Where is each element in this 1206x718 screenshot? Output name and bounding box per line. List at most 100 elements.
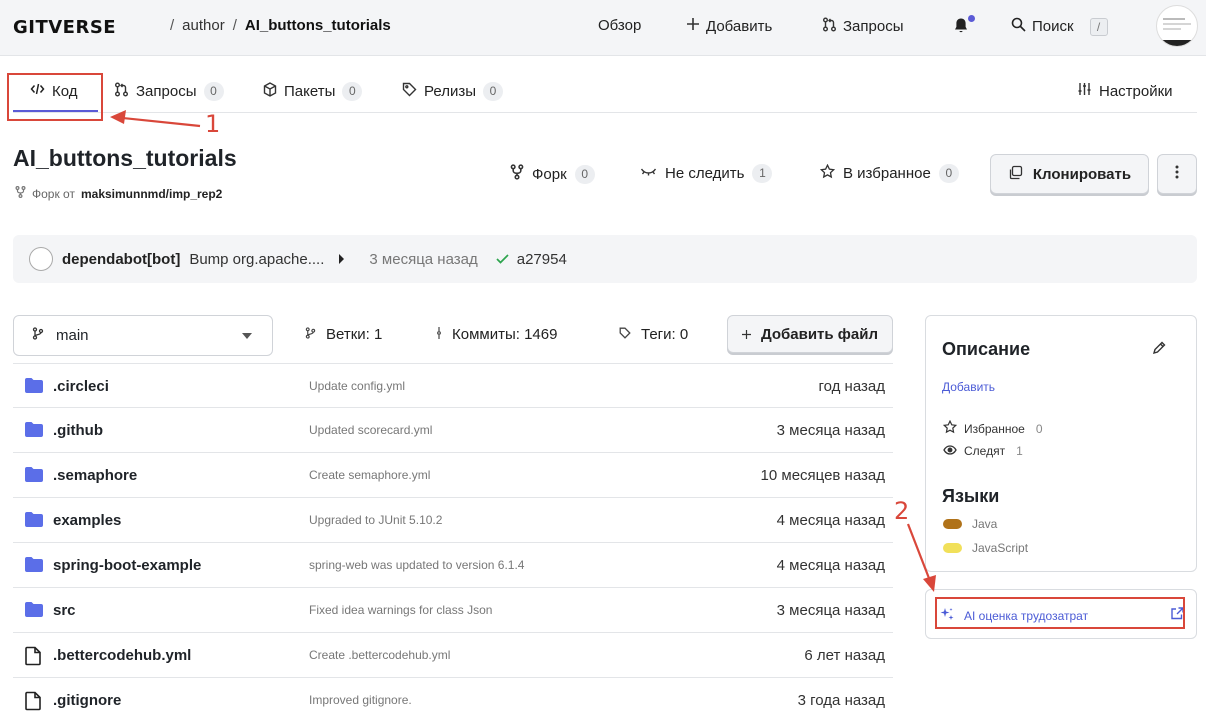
watchers-label: Следят [964,444,1006,458]
file-commit-message[interactable]: Upgraded to JUnit 5.10.2 [309,513,442,527]
add-file-label: Добавить файл [760,325,879,343]
file-name[interactable]: .bettercodehub.yml [53,647,191,664]
about-card: Описание Добавить Избранное 0 Следят 1 Я… [925,315,1197,572]
fork-source-link[interactable]: maksimunnmd/imp_rep2 [81,187,222,201]
file-commit-message[interactable]: Create .bettercodehub.yml [309,648,450,662]
clone-button[interactable]: Клонировать [990,154,1149,194]
file-row[interactable]: .semaphore Create semaphore.yml 10 месяцев… [13,453,893,498]
file-commit-message[interactable]: Fixed idea warnings for class Json [309,603,492,617]
tab-requests-count: 0 [203,82,224,101]
nav-add-button[interactable]: Добавить [686,17,772,35]
repo-tabs: Код Запросы 0 Пакеты 0 Релизы 0 Настройк… [13,70,1197,113]
copy-icon [1008,165,1023,184]
file-row[interactable]: src Fixed idea warnings for class Json 3 м… [13,588,893,633]
tab-requests[interactable]: Запросы 0 [114,82,224,101]
chevron-down-icon [242,333,252,339]
file-commit-message[interactable]: Create semaphore.yml [309,468,430,482]
pull-request-icon [114,82,129,101]
fork-button[interactable]: Форк 0 [510,164,595,184]
file-list: .circleci Update config.yml год назад .gith… [13,363,893,718]
tab-packages[interactable]: Пакеты 0 [263,82,363,101]
file-row[interactable]: examples Upgraded to JUnit 5.10.2 4 месяца… [13,498,893,543]
branches-count: Ветки: 1 [326,326,383,343]
branches-link[interactable]: Ветки: 1 [305,326,382,343]
branch-name: main [56,327,89,344]
file-row[interactable]: .bettercodehub.yml Create .bettercodehub.… [13,633,893,678]
file-icon [24,646,42,671]
commit-sha[interactable]: a27954 [517,251,567,268]
gitverse-logo[interactable]: GITVERSE [13,17,116,38]
file-name[interactable]: spring-boot-example [53,557,201,574]
file-row[interactable]: spring-boot-example spring-web was update… [13,543,893,588]
expand-commit-icon[interactable] [338,251,345,268]
breadcrumb-owner[interactable]: author [182,17,225,34]
favorites-label: Избранное [964,421,1025,436]
notifications-button[interactable] [953,17,969,38]
star-label: В избранное [843,165,931,182]
file-commit-message[interactable]: Updated scorecard.yml [309,423,432,437]
star-button[interactable]: В избранное 0 [819,163,959,183]
commit-message[interactable]: Bump org.apache.... [189,251,324,268]
breadcrumb-repo[interactable]: AI_buttons_tutorials [245,17,391,34]
file-icon [24,691,42,716]
unwatch-button[interactable]: Не следить 1 [640,164,773,183]
last-commit-bar: dependabot[bot] Bump org.apache.... 3 ме… [13,235,1197,283]
favorites-stat[interactable]: Избранное 0 [942,419,1043,437]
file-commit-message[interactable]: spring-web was updated to version 6.1.4 [309,558,524,572]
file-name[interactable]: examples [53,512,121,529]
file-row[interactable]: .github Updated scorecard.yml 3 месяца наз… [13,408,893,453]
file-commit-message[interactable]: Update config.yml [309,379,405,393]
tab-releases-count: 0 [482,82,503,101]
file-name[interactable]: .semaphore [53,467,137,484]
plus-icon [686,17,700,35]
folder-icon [24,377,44,399]
folder-icon [24,466,44,488]
tab-releases[interactable]: Релизы 0 [402,82,503,101]
tab-requests-label: Запросы [136,83,197,100]
fork-prefix: Форк от [32,186,75,201]
repo-title: AI_buttons_tutorials [13,145,237,171]
folder-icon [24,556,44,578]
nav-requests-link[interactable]: Запросы [822,17,904,36]
more-options-button[interactable] [1157,154,1197,194]
branch-icon [32,327,44,344]
notification-dot [968,15,975,22]
commit-time: 3 месяца назад [369,250,478,268]
user-avatar[interactable] [1156,5,1198,47]
commits-link[interactable]: Коммиты: 1469 [436,326,557,343]
eye-closed-icon [640,165,657,182]
file-commit-message[interactable]: Improved gitignore. [309,693,412,707]
fork-icon [15,186,26,201]
file-name[interactable]: .github [53,422,103,439]
edit-description-icon[interactable] [1152,341,1166,360]
file-name[interactable]: src [53,602,76,619]
nav-overview-link[interactable]: Обзор [598,17,641,34]
settings-tab[interactable]: Настройки [1077,82,1173,100]
fork-label: Форк [532,165,567,183]
file-name[interactable]: .gitignore [53,692,121,709]
file-name[interactable]: .circleci [53,378,109,395]
tab-packages-count: 0 [342,82,363,101]
tags-link[interactable]: Теги: 0 [619,326,688,343]
file-commit-time: 6 лет назад [804,647,885,664]
nav-overview-label: Обзор [598,17,642,34]
favorites-count: 0 [1035,421,1043,436]
search-shortcut: / [1089,17,1108,36]
branch-select[interactable]: main [13,315,273,356]
file-commit-time: 4 месяца назад [776,512,885,529]
kebab-icon [1175,165,1179,184]
languages-title: Языки [942,486,1000,506]
file-row[interactable]: .circleci Update config.yml год назад [13,363,893,408]
tag-icon [402,82,417,101]
nav-add-label: Добавить [706,17,773,35]
add-file-button[interactable]: Добавить файл [727,315,893,353]
add-description-link[interactable]: Добавить [942,380,995,394]
search-button[interactable]: Поиск / [1011,17,1108,36]
search-icon [1011,17,1026,36]
annotation-box-2 [935,597,1185,629]
clone-label: Клонировать [1032,165,1132,183]
file-row[interactable]: .gitignore Improved gitignore. 3 года наза… [13,678,893,718]
language-java: Java [943,517,997,531]
watchers-stat[interactable]: Следят 1 [943,444,1023,458]
commit-author[interactable]: dependabot[bot] [62,251,180,268]
